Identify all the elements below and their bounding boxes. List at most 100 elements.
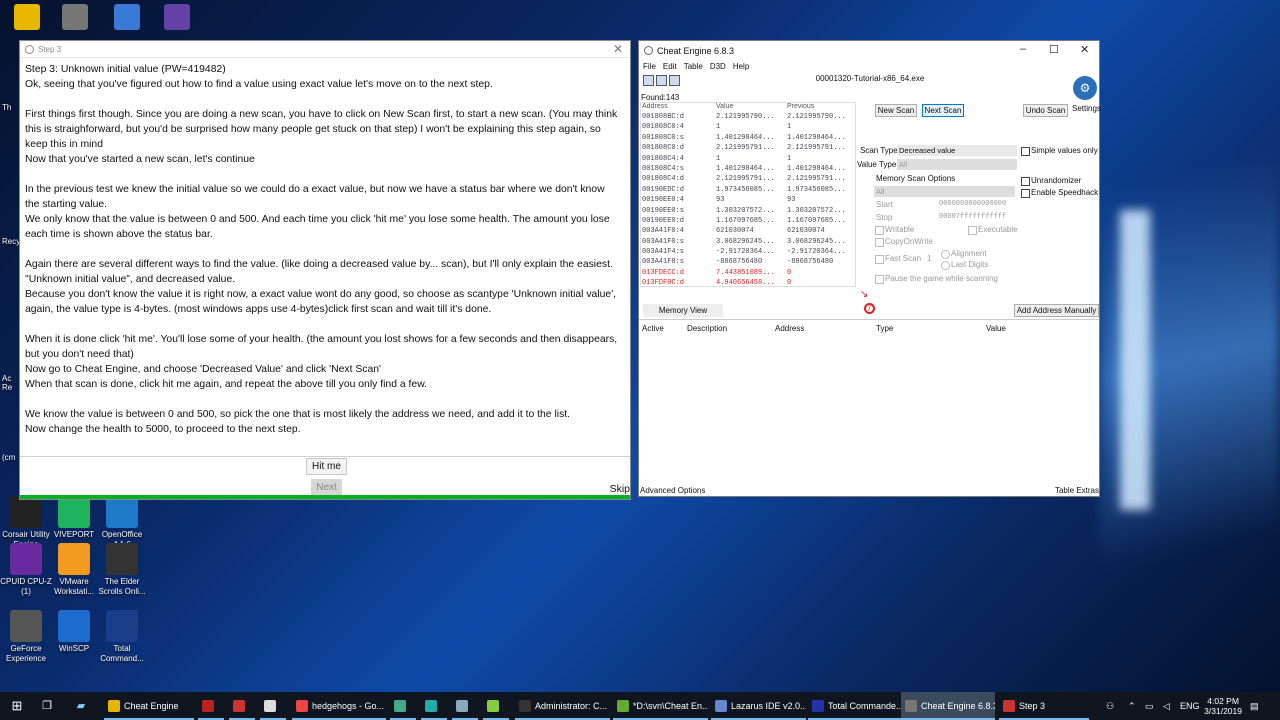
result-row[interactable]: 003A41F0:s 3.068296245... 3.068296245... — [641, 238, 855, 248]
menu-item-help[interactable]: Help — [733, 62, 749, 71]
unrandomizer-checkbox[interactable]: Unrandomizer — [1021, 176, 1081, 186]
stop-address-input[interactable]: 00007fffffffffff — [939, 213, 1006, 221]
copy-on-write-checkbox[interactable]: CopyOnWrite — [875, 237, 933, 247]
fast-scan-checkbox[interactable]: Fast Scan — [875, 254, 921, 264]
desktop-icon[interactable]: CPUID CPU-Z (1) — [0, 543, 52, 597]
result-row[interactable]: 001808C0:s 1.401298464... 1.401298464... — [641, 134, 855, 144]
result-row[interactable]: 001808C4:4 1 1 — [641, 155, 855, 165]
memory-view-button[interactable]: Memory View — [643, 304, 723, 317]
writable-checkbox[interactable]: Writable — [875, 225, 914, 235]
menu-item-table[interactable]: Table — [684, 62, 703, 71]
close-icon[interactable]: ✕ — [613, 42, 623, 56]
column-header-value[interactable]: Value — [986, 324, 1006, 333]
desktop-icon[interactable]: VIVEPORT — [48, 496, 100, 540]
taskbar-item[interactable]: *D:\svn\Cheat En... — [613, 692, 708, 720]
start-button-icon[interactable]: ⊞ — [0, 692, 34, 720]
speedhack-checkbox[interactable]: Enable Speedhack — [1021, 188, 1098, 198]
result-row[interactable]: 001808BC:d 2.121995790... 2.121995790... — [641, 113, 855, 123]
column-header-previous[interactable]: Previous — [787, 103, 849, 110]
result-row[interactable]: 00190EE0:4 93 93 — [641, 196, 855, 206]
settings-logo-icon[interactable]: ⚙ — [1073, 76, 1097, 100]
column-header-address[interactable]: Address — [642, 103, 714, 110]
advanced-options-link[interactable]: Advanced Options — [640, 486, 705, 495]
taskbar-item[interactable] — [198, 692, 224, 720]
result-row[interactable]: 001808C4:s 1.401298464... 1.401298464... — [641, 165, 855, 175]
result-row[interactable]: 00190EDC:d 1.973456085... 1.973456085... — [641, 186, 855, 196]
desktop-icon[interactable] — [10, 4, 44, 32]
scrollbar[interactable] — [619, 59, 627, 455]
menu-item-edit[interactable]: Edit — [663, 62, 677, 71]
taskbar-item[interactable]: Cheat Engine — [104, 692, 194, 720]
language-indicator[interactable]: ENG — [1180, 692, 1200, 720]
desktop-icon[interactable] — [110, 4, 144, 32]
column-header-value[interactable]: Value — [716, 103, 786, 110]
desktop-icon[interactable] — [58, 4, 92, 32]
desktop-icon[interactable]: VMware Workstati... — [48, 543, 100, 597]
menu-item-file[interactable]: File — [643, 62, 656, 71]
column-header-description[interactable]: Description — [687, 324, 727, 333]
settings-label[interactable]: Settings — [1072, 104, 1101, 113]
result-row[interactable]: 001808C0:4 1 1 — [641, 123, 855, 133]
app-icon[interactable]: ▰ — [68, 692, 94, 720]
result-row[interactable]: 013FDECC:d 7.443851089... 0 — [641, 269, 855, 279]
volume-icon[interactable]: ◁ — [1163, 692, 1170, 720]
desktop-icon[interactable] — [160, 4, 194, 32]
address-table[interactable]: Active Description Address Type Value — [639, 319, 1099, 484]
last-digits-radio[interactable]: Last Digits — [941, 260, 988, 270]
task-view-icon[interactable]: ❐ — [36, 692, 58, 720]
desktop-icon[interactable]: The Elder Scrolls Onli... — [96, 543, 148, 597]
column-header-active[interactable]: Active — [642, 324, 664, 333]
memory-region-select[interactable]: All — [874, 186, 1015, 197]
next-scan-button[interactable]: Next Scan — [922, 104, 964, 117]
result-row[interactable]: 003A41F4:s -2.91720364... -2.91720364... — [641, 248, 855, 258]
pointer-arrow-icon[interactable]: ↘ — [860, 289, 868, 300]
pause-game-checkbox[interactable]: Pause the game while scanning — [875, 274, 998, 284]
ce-titlebar[interactable]: Cheat Engine 6.8.3 – ☐ ✕ — [639, 41, 1099, 61]
desktop-icon[interactable]: Corsair Utility Engine — [0, 496, 52, 550]
result-row[interactable]: 00190EE0:s 1.303207572... 1.303207572... — [641, 207, 855, 217]
taskbar-item[interactable]: hedgehogs - Go... — [292, 692, 386, 720]
taskbar-item[interactable] — [260, 692, 286, 720]
result-row[interactable]: 001808C4:d 2.121995791... 2.121995791... — [641, 175, 855, 185]
alignment-radio[interactable]: Alignment — [941, 249, 987, 259]
simple-values-checkbox[interactable]: Simple values only — [1021, 146, 1098, 156]
tutorial-titlebar[interactable]: Step 3 ✕ — [20, 41, 630, 58]
save-icon[interactable] — [669, 75, 680, 86]
taskbar-item[interactable] — [483, 692, 509, 720]
scan-results-list[interactable]: Address Value Previous 001808BC:d 2.12199… — [640, 102, 856, 287]
notifications-icon[interactable]: ▤ — [1250, 692, 1259, 720]
close-icon[interactable]: ✕ — [1080, 43, 1089, 56]
taskbar-item[interactable] — [390, 692, 416, 720]
result-row[interactable]: 003A41F8:s -8868756480 -8868756480 — [641, 258, 855, 268]
taskbar-item[interactable] — [452, 692, 478, 720]
scan-type-select[interactable]: Decreased value — [897, 145, 1017, 156]
result-row[interactable]: 001808C0:d 2.121995791... 2.121995791... — [641, 144, 855, 154]
tray-expand-icon[interactable]: ⌃ — [1128, 692, 1136, 720]
taskbar-item[interactable]: Total Commande... — [808, 692, 903, 720]
executable-checkbox[interactable]: Executable — [968, 225, 1018, 235]
open-icon[interactable] — [656, 75, 667, 86]
taskbar-item[interactable]: Step 3 — [999, 692, 1089, 720]
column-header-type[interactable]: Type — [876, 324, 893, 333]
new-scan-button[interactable]: New Scan — [875, 104, 917, 117]
result-row[interactable]: 013FDF0C:d 4.940656458... 0 — [641, 279, 855, 286]
network-icon[interactable]: ▭ — [1145, 692, 1154, 720]
undo-scan-button[interactable]: Undo Scan — [1023, 104, 1068, 117]
start-address-input[interactable]: 0000000000000000 — [939, 200, 1006, 208]
add-address-button[interactable]: Add Address Manually — [1014, 304, 1099, 317]
taskbar-item[interactable] — [229, 692, 255, 720]
taskbar-item[interactable]: Cheat Engine 6.8.3 — [901, 692, 995, 720]
taskbar-item[interactable] — [421, 692, 447, 720]
result-row[interactable]: 00190EE0:d 1.167097685... 1.167097685... — [641, 217, 855, 227]
maximize-icon[interactable]: ☐ — [1049, 43, 1059, 56]
clock[interactable]: 4:02 PM 3/31/2019 — [1204, 696, 1242, 716]
process-list-icon[interactable] — [643, 75, 654, 86]
desktop-icon[interactable]: OpenOffice 4.1.6 — [96, 496, 148, 550]
people-icon[interactable]: ⚇ — [1106, 692, 1114, 720]
taskbar-item[interactable]: Administrator: C... — [515, 692, 610, 720]
desktop-icon[interactable]: GeForce Experience — [0, 610, 52, 664]
desktop-icon[interactable]: Total Command... — [96, 610, 148, 664]
table-extras-link[interactable]: Table Extras — [1055, 486, 1099, 495]
column-header-address[interactable]: Address — [775, 324, 804, 333]
minimize-icon[interactable]: – — [1020, 43, 1026, 55]
